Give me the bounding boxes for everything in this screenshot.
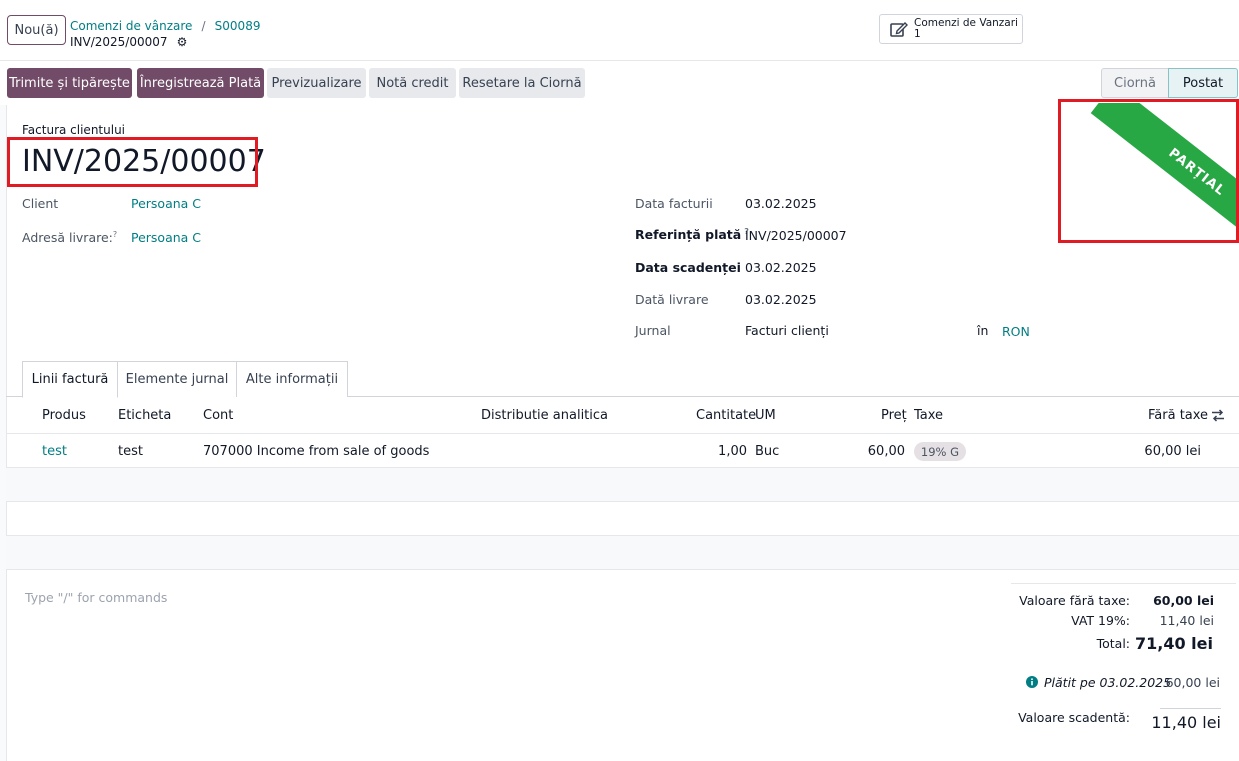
column-header-quantity[interactable]: Cantitate — [696, 408, 756, 423]
status-draft[interactable]: Ciornă — [1101, 68, 1168, 98]
breadcrumb-separator: / — [201, 19, 206, 33]
highlight-box-ribbon — [1058, 99, 1239, 243]
journal-label: Jurnal — [635, 323, 671, 338]
invoice-date-field[interactable]: 03.02.2025 — [745, 196, 817, 211]
current-record-name: INV/2025/00007 — [70, 35, 168, 49]
totals-divider — [1011, 583, 1236, 584]
tab-journal-items[interactable]: Elemente jurnal — [117, 361, 237, 397]
highlight-box-title — [7, 137, 258, 187]
column-header-uom[interactable]: UM — [755, 408, 776, 423]
column-header-label[interactable]: Eticheta — [118, 408, 171, 423]
status-posted[interactable]: Postat — [1168, 68, 1238, 98]
tab-invoice-lines[interactable]: Linii factură — [22, 361, 118, 398]
row-divider — [6, 501, 1239, 502]
sales-orders-smart-button[interactable]: Comenzi de Vanzari 1 — [879, 14, 1023, 44]
credit-note-button[interactable]: Notă credit — [369, 68, 456, 98]
column-header-analytic[interactable]: Distributie analitica — [481, 408, 608, 423]
payment-reference-label-text: Referință plată — [635, 227, 742, 243]
untaxed-amount-label: Valoare fără taxe: — [1019, 593, 1130, 608]
reset-draft-button[interactable]: Resetare la Ciornă — [459, 68, 585, 98]
notes-placeholder[interactable]: Type "/" for commands — [25, 590, 167, 605]
register-payment-button[interactable]: Înregistrează Plată — [137, 68, 264, 98]
row-subtotal[interactable]: 60,00 lei — [1120, 444, 1201, 459]
smart-button-count: 1 — [914, 28, 921, 40]
optional-columns-icon[interactable] — [1211, 409, 1225, 422]
preview-button[interactable]: Previzualizare — [267, 68, 366, 98]
payment-line-value: 60,00 lei — [1165, 675, 1220, 690]
empty-row — [6, 536, 1239, 569]
journal-field[interactable]: Facturi clienți — [745, 323, 829, 338]
row-price[interactable]: 60,00 — [855, 444, 905, 459]
column-header-price[interactable]: Preț — [881, 408, 907, 423]
send-print-button[interactable]: Trimite și tipărește — [7, 68, 132, 98]
column-header-product[interactable]: Produs — [42, 408, 86, 423]
amount-due-label: Valoare scadentă: — [1018, 710, 1130, 725]
total-value: 71,40 lei — [1135, 634, 1213, 653]
in-label: în — [977, 323, 989, 338]
status-bar: Ciornă Postat — [1101, 68, 1238, 98]
table-header-divider — [6, 433, 1239, 434]
help-icon[interactable]: ? — [113, 230, 117, 239]
row-uom[interactable]: Buc — [755, 444, 779, 459]
delivery-date-label: Dată livrare — [635, 292, 709, 307]
vat-label: VAT 19%: — [1071, 613, 1130, 628]
delivery-date-field[interactable]: 03.02.2025 — [745, 292, 817, 307]
delivery-address-label-text: Adresă livrare: — [22, 230, 113, 246]
current-record: INV/2025/00007 ⚙ — [70, 31, 187, 50]
payment-reference-label: Referință plată? — [635, 227, 749, 242]
currency-field[interactable]: RON — [1002, 324, 1030, 339]
pencil-square-icon — [890, 22, 908, 37]
column-header-account[interactable]: Cont — [203, 408, 233, 423]
amount-due-value: 11,40 lei — [1151, 713, 1221, 732]
untaxed-amount-value: 60,00 lei — [1153, 593, 1214, 608]
row-divider — [6, 569, 1239, 570]
payment-line-label: Plătit pe 03.02.2025 — [1044, 675, 1172, 690]
control-panel-divider — [0, 60, 1239, 61]
due-date-label: Data scadenței — [635, 260, 741, 275]
client-field[interactable]: Persoana C — [131, 196, 201, 211]
info-icon[interactable] — [1026, 676, 1040, 688]
column-header-subtotal[interactable]: Fără taxe — [1148, 408, 1208, 423]
smart-button-label: Comenzi de Vanzari — [914, 17, 1018, 29]
tax-badge[interactable]: 19% G — [914, 442, 966, 461]
row-account[interactable]: 707000 Income from sale of goods — [203, 444, 429, 459]
delivery-address-label: Adresă livrare:? — [22, 230, 117, 245]
row-product[interactable]: test — [42, 444, 67, 459]
document-type-label: Factura clientului — [22, 123, 126, 137]
due-date-field[interactable]: 03.02.2025 — [745, 260, 817, 275]
column-header-taxes[interactable]: Taxe — [914, 408, 943, 423]
vat-value: 11,40 lei — [1159, 613, 1214, 628]
tab-other-info[interactable]: Alte informații — [236, 361, 348, 397]
invoice-date-label: Data facturii — [635, 196, 713, 211]
row-quantity[interactable]: 1,00 — [697, 444, 747, 459]
row-label[interactable]: test — [118, 444, 143, 459]
new-button[interactable]: Nou(ă) — [7, 15, 66, 45]
gear-icon[interactable]: ⚙ — [177, 35, 188, 49]
client-label: Client — [22, 196, 59, 211]
breadcrumb-order[interactable]: S00089 — [215, 19, 261, 33]
total-label: Total: — [1096, 636, 1130, 651]
amount-due-divider — [1160, 708, 1221, 709]
payment-reference-field[interactable]: INV/2025/00007 — [745, 228, 847, 243]
empty-row — [6, 468, 1239, 501]
delivery-address-field[interactable]: Persoana C — [131, 230, 201, 245]
